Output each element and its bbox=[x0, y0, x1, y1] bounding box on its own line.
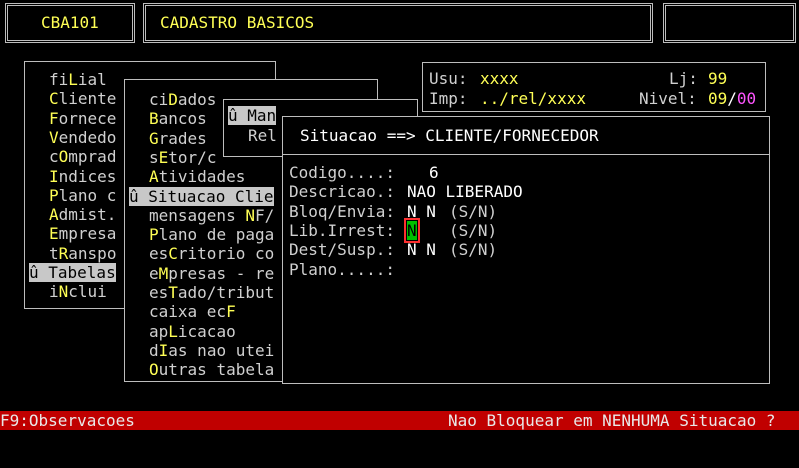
field-label: Bloq/Envia: bbox=[289, 201, 395, 221]
field-label: Lib.Irrest: bbox=[289, 220, 395, 240]
tabelas-menu-item[interactable]: esTado/tribut bbox=[149, 283, 274, 302]
field-value[interactable]: NAO LIBERADO bbox=[407, 182, 523, 201]
main-menu-item[interactable]: fiLial bbox=[49, 70, 107, 89]
lj-value: 99 bbox=[708, 69, 728, 88]
session-info-panel: Usu: xxxx Lj: 99 Imp: ../rel/xxxx Nivel:… bbox=[422, 62, 766, 112]
program-code: CBA101 bbox=[41, 13, 99, 32]
main-menu-item[interactable]: tRanspo bbox=[49, 244, 116, 263]
nivel-value: 09/00 bbox=[708, 89, 757, 108]
tabelas-menu-item[interactable]: sEtor/c bbox=[149, 148, 216, 167]
tabelas-menu-item[interactable]: dIas nao utei bbox=[149, 341, 274, 360]
field-hint: (S/N) bbox=[449, 201, 498, 221]
tabelas-menu-item[interactable]: esCritorio co bbox=[149, 244, 274, 263]
field-value[interactable]: N N bbox=[407, 240, 436, 259]
main-menu-item[interactable]: Admist. bbox=[49, 205, 116, 224]
field-label: Codigo....: bbox=[289, 163, 395, 182]
main-menu-item[interactable]: Plano c bbox=[49, 186, 116, 205]
field-label: Plano.....: bbox=[289, 259, 395, 279]
tabelas-menu-item[interactable]: apLicacao bbox=[149, 322, 236, 341]
main-menu-item[interactable]: iNclui bbox=[49, 282, 107, 301]
status-hint: F9:Observacoes bbox=[0, 411, 135, 430]
tabelas-menu-item[interactable]: Atividades bbox=[149, 167, 245, 186]
usu-label: Usu: bbox=[429, 69, 468, 88]
main-menu-item[interactable]: Indices bbox=[49, 167, 116, 186]
field-label: Descricao.: bbox=[289, 182, 395, 202]
main-menu-item[interactable]: Fornece bbox=[49, 109, 116, 128]
screen-title-box: CADASTRO BASICOS bbox=[143, 3, 653, 43]
tabelas-menu-item[interactable]: eMpresas - re bbox=[149, 264, 274, 283]
field-value[interactable]: 6 bbox=[429, 163, 439, 182]
usu-value: xxxx bbox=[480, 69, 519, 88]
field-label: Dest/Susp.: bbox=[289, 240, 395, 260]
program-code-box: CBA101 bbox=[5, 3, 135, 43]
main-menu-item[interactable]: cOmprad bbox=[49, 147, 116, 166]
dialog-title-divider bbox=[283, 154, 769, 155]
main-menu-item[interactable]: Empresa bbox=[49, 224, 116, 243]
main-menu-item[interactable]: û Tabelas bbox=[29, 263, 116, 282]
imp-label: Imp: bbox=[429, 89, 468, 108]
tabelas-menu-item[interactable]: Plano de paga bbox=[149, 225, 274, 244]
corner-box bbox=[663, 3, 796, 43]
field-value[interactable]: N N bbox=[407, 202, 436, 221]
field-value[interactable]: N bbox=[404, 217, 420, 243]
lj-label: Lj: bbox=[669, 69, 698, 88]
status-bar: F9:Observacoes Nao Bloquear em NENHUMA S… bbox=[0, 411, 799, 430]
imp-value: ../rel/xxxx bbox=[480, 89, 586, 108]
nivel-label: Nivel: bbox=[639, 89, 697, 108]
menu-item-relatorio[interactable]: Rel bbox=[248, 126, 277, 145]
tabelas-menu-item[interactable]: caixa ecF bbox=[149, 302, 236, 321]
main-menu-item[interactable]: Vendedo bbox=[49, 128, 116, 147]
tabelas-menu-item[interactable]: Bancos bbox=[149, 109, 207, 128]
status-message: Nao Bloquear em NENHUMA Situacao ? bbox=[448, 411, 776, 430]
main-menu-item[interactable]: Cliente bbox=[49, 89, 116, 108]
field-hint: (S/N) bbox=[449, 240, 498, 260]
field-hint: (S/N) bbox=[449, 220, 498, 240]
menu-item-manutencao[interactable]: û Man bbox=[228, 106, 277, 125]
tabelas-menu-item[interactable]: û Situacao Clie bbox=[129, 186, 274, 206]
screen-title: CADASTRO BASICOS bbox=[160, 13, 315, 32]
tabelas-menu-item[interactable]: Outras tabela bbox=[149, 360, 274, 379]
dialog-title: Situacao ==> CLIENTE/FORNECEDOR bbox=[300, 126, 599, 145]
tabelas-menu-item[interactable]: Grades bbox=[149, 129, 207, 148]
tabelas-menu-item[interactable]: mensagens NF/ bbox=[149, 206, 274, 225]
tabelas-menu-item[interactable]: ciDados bbox=[149, 90, 216, 109]
